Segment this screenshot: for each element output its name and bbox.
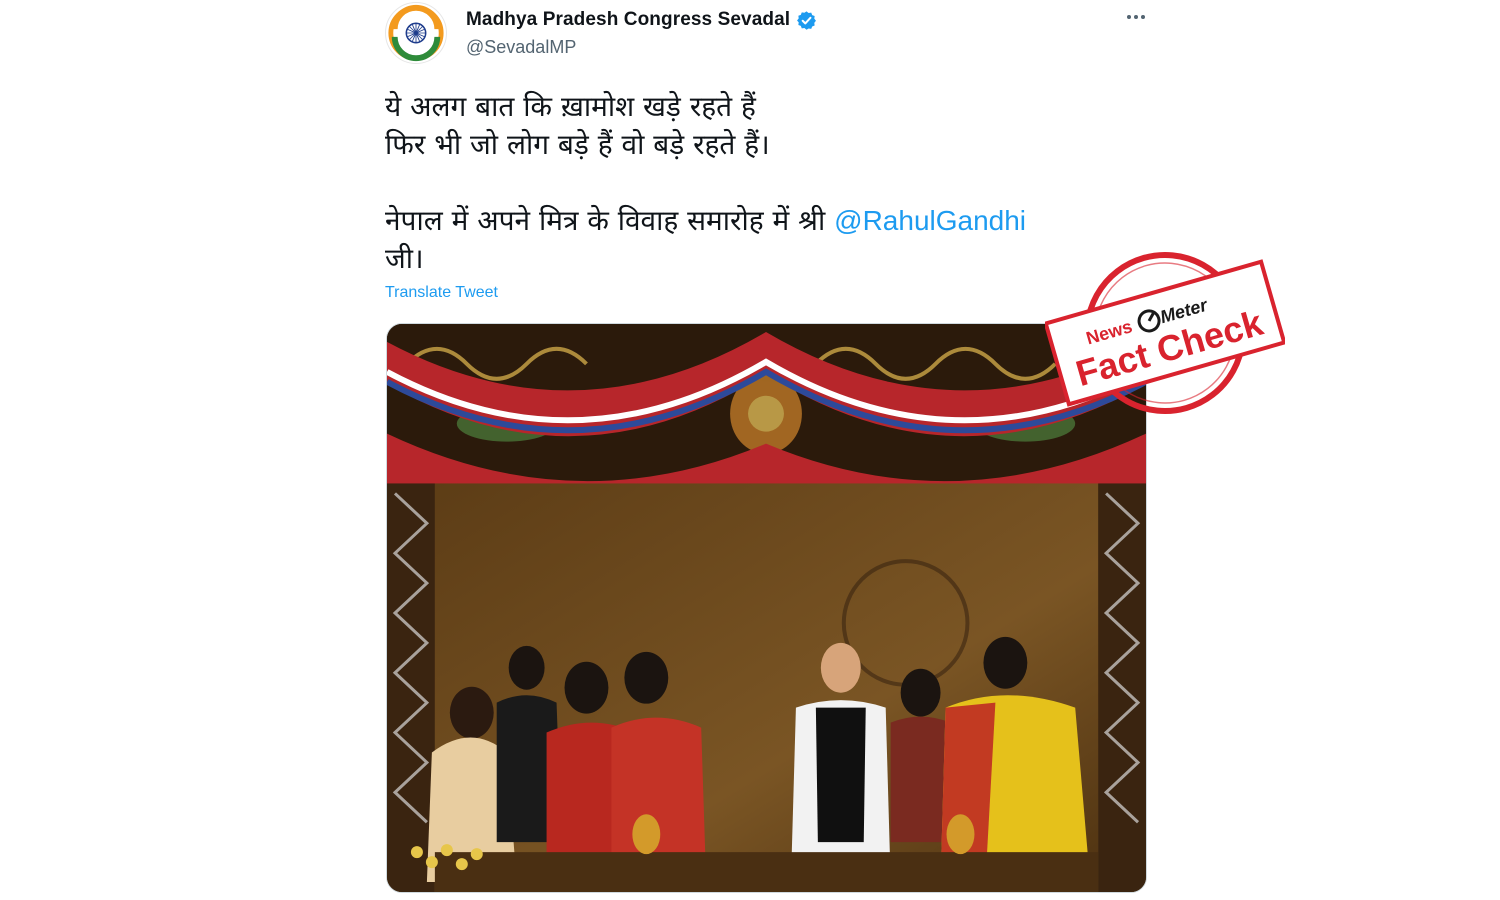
tweet-text-line: जी। bbox=[385, 242, 424, 275]
verified-badge-icon bbox=[797, 10, 817, 30]
balcony-photo bbox=[387, 324, 1146, 892]
more-options-icon[interactable] bbox=[1123, 4, 1149, 30]
profile-avatar[interactable] bbox=[385, 2, 447, 64]
author-name-line: Madhya Pradesh Congress Sevadal bbox=[466, 9, 817, 31]
factcheck-stamp-graphic: News Meter Fact Check bbox=[1045, 252, 1285, 414]
tweet-text-line: ये अलग बात कि ख़ामोश खड़े रहते हैं bbox=[385, 90, 756, 123]
tweet-photo[interactable] bbox=[386, 323, 1147, 893]
translate-tweet-link[interactable]: Translate Tweet bbox=[385, 284, 498, 302]
author-display-name[interactable]: Madhya Pradesh Congress Sevadal bbox=[466, 9, 790, 31]
tweet-text: ये अलग बात कि ख़ामोश खड़े रहते हैं फिर भ… bbox=[385, 88, 1120, 278]
factcheck-stamp: News Meter Fact Check bbox=[1045, 243, 1285, 423]
tweet-card: Madhya Pradesh Congress Sevadal @Sevadal… bbox=[385, 0, 1150, 900]
tweet-text-line: फिर भी जो लोग बड़े हैं वो बड़े रहते हैं। bbox=[385, 128, 770, 161]
author-handle[interactable]: @SevadalMP bbox=[466, 37, 576, 58]
tweet-text-line: नेपाल में अपने मित्र के विवाह समारोह में… bbox=[385, 202, 1120, 240]
mention-link[interactable]: @RahulGandhi bbox=[834, 205, 1026, 236]
tweet-text-fragment: नेपाल में अपने मित्र के विवाह समारोह में… bbox=[385, 204, 835, 237]
sevadal-logo-icon bbox=[386, 3, 446, 63]
